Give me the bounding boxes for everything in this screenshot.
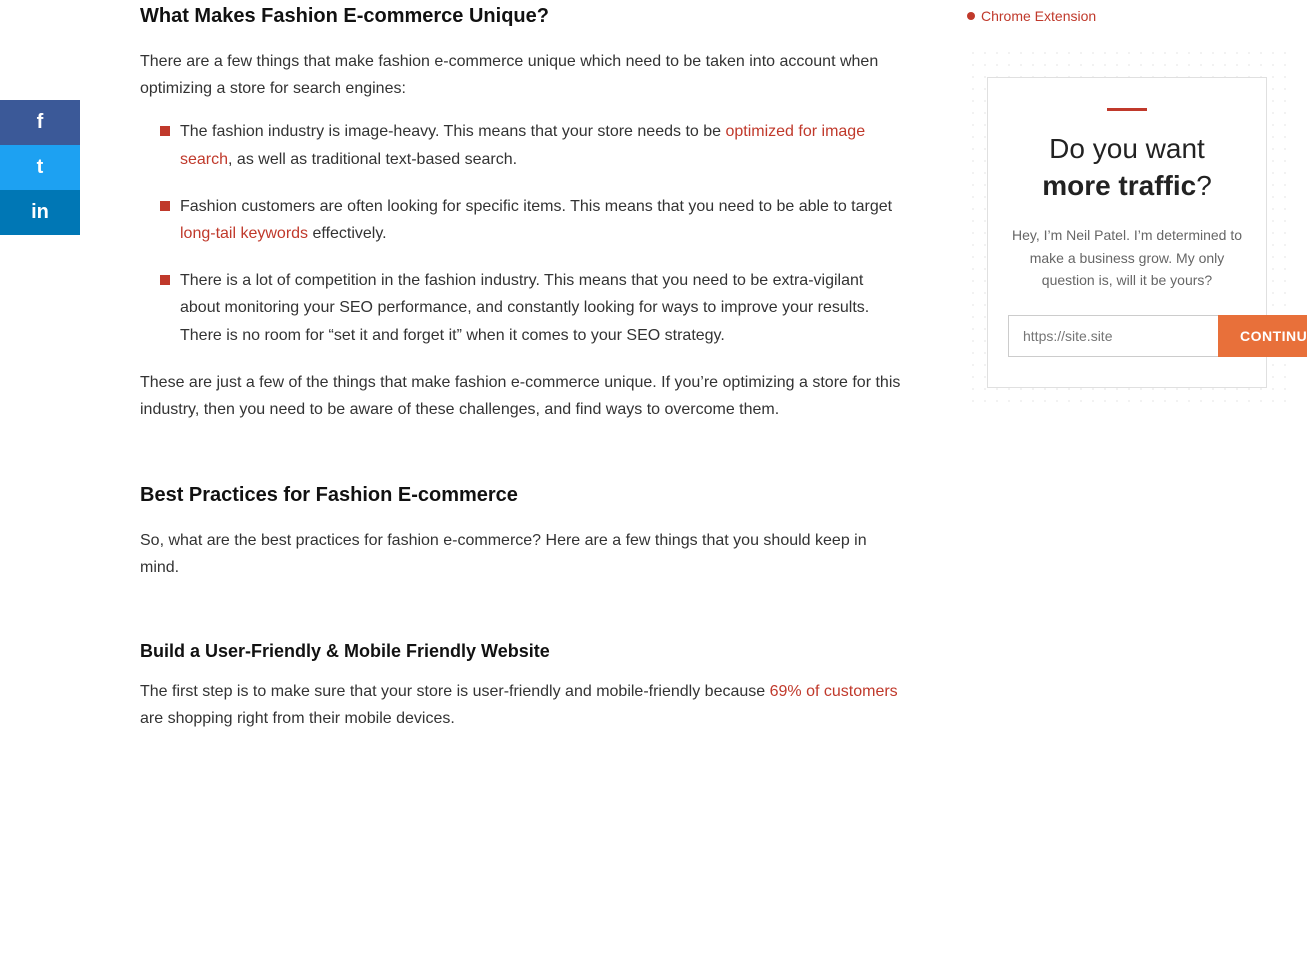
section3-intro-after: are shopping right from their mobile dev… bbox=[140, 710, 455, 727]
website-url-input[interactable] bbox=[1008, 315, 1218, 357]
article-content: What Makes Fashion E-commerce Unique? Th… bbox=[100, 0, 947, 962]
section3-intro-before: The first step is to make sure that your… bbox=[140, 683, 770, 700]
traffic-widget-container: Do you want more traffic? Hey, I’m Neil … bbox=[967, 47, 1287, 408]
section3-heading: Build a User-Friendly & Mobile Friendly … bbox=[140, 637, 907, 666]
linkedin-icon: in bbox=[31, 201, 49, 224]
section1-intro: There are a few things that make fashion… bbox=[140, 48, 907, 102]
bullet-text-1-after: , as well as traditional text-based sear… bbox=[228, 151, 517, 168]
bullet-text-3: There is a lot of competition in the fas… bbox=[180, 272, 869, 343]
widget-title-punctuation: ? bbox=[1196, 170, 1212, 201]
twitter-share-button[interactable]: t bbox=[0, 145, 80, 190]
chrome-extension-link[interactable]: Chrome Extension bbox=[967, 0, 1287, 27]
list-item: Fashion customers are often looking for … bbox=[160, 193, 907, 247]
right-sidebar: Chrome Extension Do you want more traffi… bbox=[947, 0, 1307, 962]
facebook-icon: f bbox=[37, 111, 44, 134]
continue-button[interactable]: CONTINUE bbox=[1218, 315, 1307, 357]
chrome-dot-icon bbox=[967, 12, 975, 20]
social-sidebar: f t in bbox=[0, 100, 80, 235]
traffic-widget: Do you want more traffic? Hey, I’m Neil … bbox=[987, 77, 1267, 388]
section3-intro: The first step is to make sure that your… bbox=[140, 678, 907, 732]
section2-heading: Best Practices for Fashion E-commerce bbox=[140, 479, 907, 511]
bullet-list: The fashion industry is image-heavy. Thi… bbox=[160, 118, 907, 348]
section1-conclusion: These are just a few of the things that … bbox=[140, 369, 907, 423]
customers-stat-link[interactable]: 69% of customers bbox=[770, 683, 898, 700]
bullet-text-1-before: The fashion industry is image-heavy. Thi… bbox=[180, 123, 725, 140]
widget-title: Do you want more traffic? bbox=[1008, 131, 1246, 204]
widget-accent-line bbox=[1107, 108, 1147, 111]
widget-title-light: Do you want bbox=[1049, 133, 1205, 164]
linkedin-share-button[interactable]: in bbox=[0, 190, 80, 235]
list-item: The fashion industry is image-heavy. Thi… bbox=[160, 118, 907, 172]
list-item: There is a lot of competition in the fas… bbox=[160, 267, 907, 349]
bullet-text-2-before: Fashion customers are often looking for … bbox=[180, 198, 892, 215]
chrome-extension-label: Chrome Extension bbox=[981, 5, 1096, 27]
twitter-icon: t bbox=[37, 156, 44, 179]
long-tail-keywords-link[interactable]: long-tail keywords bbox=[180, 225, 308, 242]
widget-form: CONTINUE bbox=[1008, 315, 1246, 357]
section1-heading: What Makes Fashion E-commerce Unique? bbox=[140, 0, 907, 32]
facebook-share-button[interactable]: f bbox=[0, 100, 80, 145]
bullet-text-2-after: effectively. bbox=[308, 225, 387, 242]
widget-title-bold: more traffic bbox=[1042, 170, 1196, 201]
section2-intro: So, what are the best practices for fash… bbox=[140, 527, 907, 581]
widget-description: Hey, I’m Neil Patel. I’m determined to m… bbox=[1008, 224, 1246, 291]
